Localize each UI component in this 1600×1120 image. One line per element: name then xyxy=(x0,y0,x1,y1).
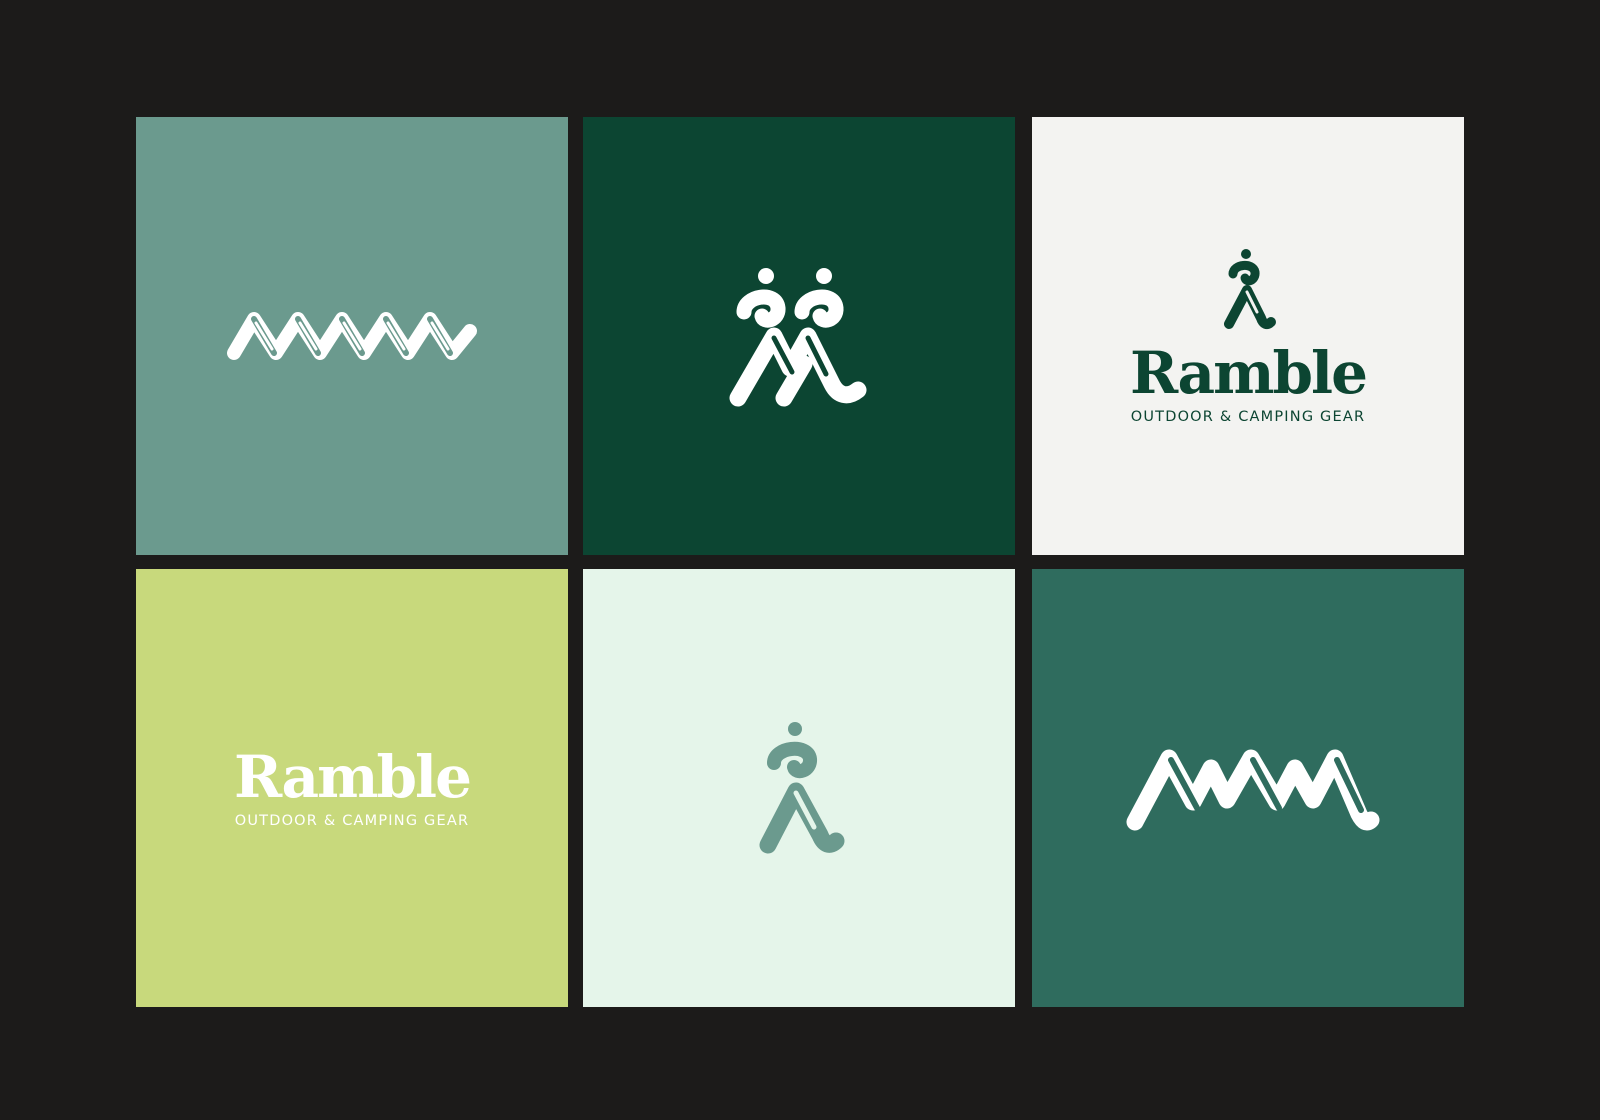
brand-board: Ramble OUTDOOR & CAMPING GEAR Ramble OUT… xyxy=(0,0,1600,1120)
tile-mint-hiker xyxy=(583,569,1015,1007)
brand-tagline: OUTDOOR & CAMPING GEAR xyxy=(1130,408,1366,425)
brand-wordmark: Ramble xyxy=(1130,338,1368,407)
tile-logo-lockup: Ramble OUTDOOR & CAMPING GEAR xyxy=(1032,117,1464,555)
tile-forest-double-hiker xyxy=(583,117,1015,555)
double-hiker-logo-icon xyxy=(729,268,867,407)
tile-sage-zigzag xyxy=(136,117,568,555)
mountain-zigzag-logo-icon xyxy=(1126,749,1380,831)
brand-wordmark: Ramble xyxy=(234,742,472,811)
hiker-logo-icon xyxy=(759,722,845,854)
brand-tagline: OUTDOOR & CAMPING GEAR xyxy=(234,812,470,829)
tile-teal-mountain xyxy=(1032,569,1464,1007)
tile-lime-wordmark: Ramble OUTDOOR & CAMPING GEAR xyxy=(136,569,568,1007)
zigzag-logo-icon xyxy=(227,312,477,360)
hiker-logo-icon xyxy=(1224,248,1276,329)
